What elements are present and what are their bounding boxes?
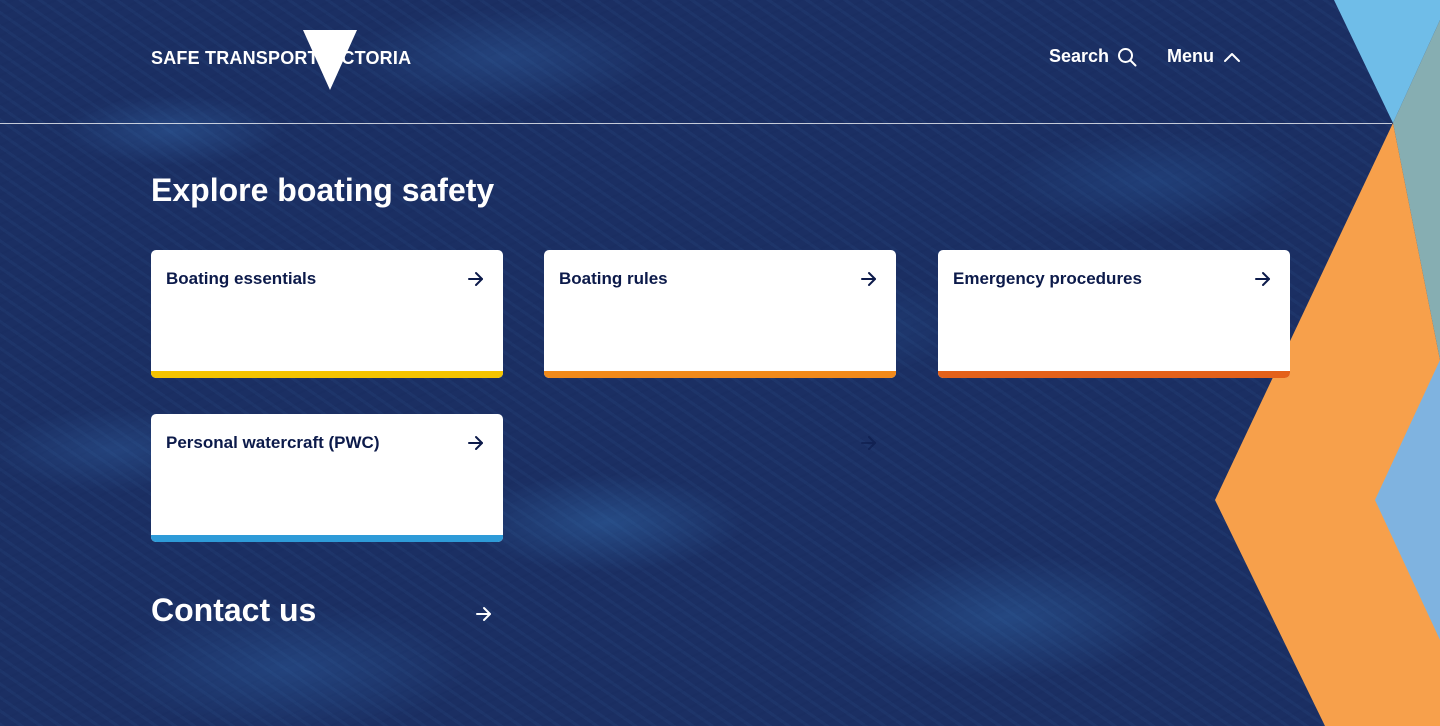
menu-button[interactable]: Menu bbox=[1167, 46, 1242, 67]
site-header: SAFE TRANSPORT VICTORIA Search Menu bbox=[0, 0, 1392, 124]
arrow-right-icon bbox=[861, 436, 876, 450]
card-title: Boating essentials bbox=[166, 269, 317, 288]
arrow-right-icon bbox=[476, 607, 491, 621]
arrow-right-icon bbox=[468, 436, 483, 450]
logo-text: SAFE TRANSPORT VICTORIA bbox=[151, 48, 412, 68]
card-accent-bar bbox=[151, 535, 503, 542]
arrow-right-icon bbox=[1255, 272, 1270, 286]
card-emergency-procedures[interactable]: Emergency procedures bbox=[938, 250, 1290, 378]
card-accent-bar bbox=[938, 371, 1290, 378]
menu-label: Menu bbox=[1167, 46, 1214, 66]
card-title: Boating rules bbox=[559, 269, 668, 288]
card-personal-watercraft[interactable]: Personal watercraft (PWC) bbox=[151, 414, 503, 542]
site-logo[interactable]: SAFE TRANSPORT VICTORIA bbox=[151, 30, 411, 92]
contact-us-label: Contact us bbox=[151, 592, 317, 628]
arrow-right-icon bbox=[468, 272, 483, 286]
card-title: Emergency procedures bbox=[953, 269, 1142, 288]
card-accent-bar bbox=[151, 371, 503, 378]
card-boating-rules[interactable]: Boating rules bbox=[544, 250, 896, 378]
search-icon bbox=[1118, 47, 1137, 66]
card-accent-bar bbox=[544, 371, 896, 378]
page-title: Explore boating safety bbox=[151, 172, 495, 208]
card-title: Personal watercraft (PWC) bbox=[166, 433, 380, 452]
card-boating-essentials[interactable]: Boating essentials bbox=[151, 250, 503, 378]
contact-us-link[interactable]: Contact us bbox=[151, 588, 493, 638]
header-nav: Search Menu bbox=[1049, 46, 1242, 67]
arrow-right-icon bbox=[861, 272, 876, 286]
chevron-up-icon bbox=[1224, 52, 1240, 62]
search-button[interactable]: Search bbox=[1049, 46, 1137, 67]
search-label: Search bbox=[1048, 46, 1109, 66]
